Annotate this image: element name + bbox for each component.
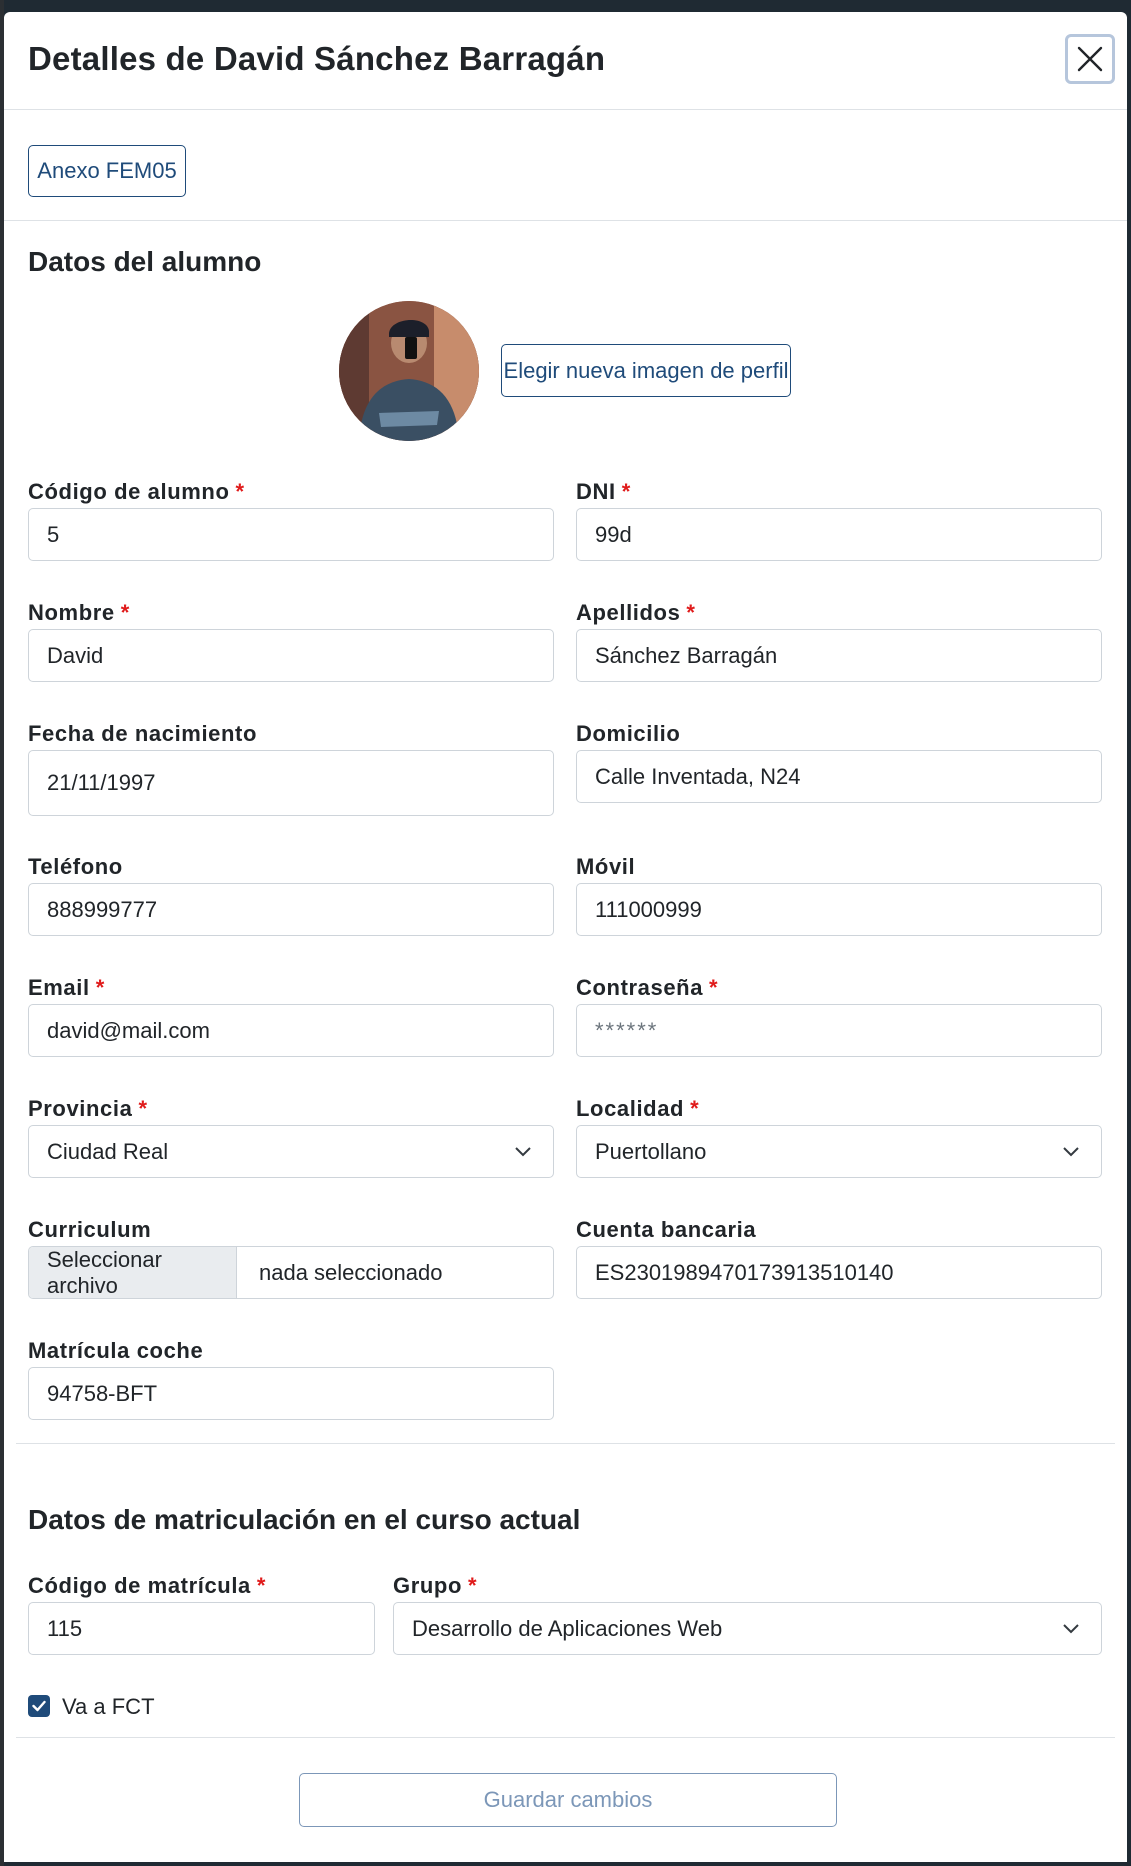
localidad-select[interactable]: Puertollano <box>576 1125 1102 1178</box>
chevron-down-icon <box>1063 1623 1079 1633</box>
required-asterisk: * <box>95 975 105 1000</box>
matricula-coche-input[interactable]: 94758-BFT <box>28 1367 554 1420</box>
va-a-fct-checkbox[interactable] <box>28 1695 50 1717</box>
close-icon <box>1077 46 1103 72</box>
cuenta-bancaria-label: Cuenta bancaria <box>576 1217 757 1242</box>
chevron-down-icon <box>1063 1146 1079 1156</box>
provincia-label-text: Provincia <box>28 1096 133 1121</box>
apellidos-label-text: Apellidos <box>576 600 681 625</box>
provincia-value: Ciudad Real <box>47 1138 169 1164</box>
nombre-input[interactable]: David <box>28 629 554 682</box>
required-asterisk: * <box>120 600 130 625</box>
apellidos-label: Apellidos * <box>576 600 696 626</box>
profile-photo <box>339 301 479 441</box>
file-status: nada seleccionado <box>259 1259 443 1285</box>
codigo-alumno-label: Código de alumno * <box>28 479 245 505</box>
required-asterisk: * <box>256 1573 267 1598</box>
va-a-fct-label[interactable]: Va a FCT <box>62 1694 155 1720</box>
student-details-modal: Detalles de David Sánchez Barragán Anexo… <box>4 12 1127 1862</box>
codigo-matricula-input[interactable]: 115 <box>28 1602 375 1655</box>
password-value: ****** <box>595 1017 659 1043</box>
telefono-label: Teléfono <box>28 854 123 879</box>
select-file-button[interactable]: Seleccionar archivo <box>29 1247 237 1298</box>
domicilio-input[interactable]: Calle Inventada, N24 <box>576 750 1102 803</box>
required-asterisk: * <box>621 479 631 504</box>
required-asterisk: * <box>690 1096 700 1121</box>
checkmark-icon <box>32 1700 46 1712</box>
codigo-alumno-value: 5 <box>47 521 60 547</box>
email-label: Email * <box>28 975 105 1001</box>
dni-label-text: DNI <box>576 479 616 504</box>
matricula-coche-value: 94758-BFT <box>47 1380 158 1406</box>
fecha-nacimiento-value: 21/11/1997 <box>47 770 156 795</box>
curriculum-file-input[interactable]: Seleccionar archivo nada seleccionado <box>28 1246 554 1299</box>
modal-header: Detalles de David Sánchez Barragán <box>4 12 1127 110</box>
domicilio-value: Calle Inventada, N24 <box>595 763 801 789</box>
nombre-value: David <box>47 642 104 668</box>
required-asterisk: * <box>468 1573 478 1598</box>
required-asterisk: * <box>686 600 696 625</box>
chevron-down-icon <box>515 1146 531 1156</box>
nombre-label-text: Nombre <box>28 600 115 625</box>
grupo-label-text: Grupo <box>393 1573 462 1598</box>
nombre-label: Nombre * <box>28 600 130 626</box>
fecha-nacimiento-input[interactable]: 21/11/1997 <box>28 750 554 816</box>
dni-input[interactable]: 99d <box>576 508 1102 561</box>
required-asterisk: * <box>138 1096 148 1121</box>
provincia-label: Provincia * <box>28 1096 148 1122</box>
enrollment-section-title: Datos de matriculación en el curso actua… <box>28 1504 581 1535</box>
modal-title: Detalles de David Sánchez Barragán <box>28 40 606 77</box>
close-button[interactable] <box>1065 34 1115 84</box>
apellidos-value: Sánchez Barragán <box>595 642 778 668</box>
localidad-label-text: Localidad <box>576 1096 685 1121</box>
matricula-coche-label: Matrícula coche <box>28 1338 204 1363</box>
movil-label: Móvil <box>576 854 636 879</box>
telefono-value: 888999777 <box>47 896 158 922</box>
codigo-matricula-label-text: Código de matrícula <box>28 1573 251 1598</box>
required-asterisk: * <box>709 975 719 1000</box>
movil-value: 111000999 <box>595 896 702 922</box>
codigo-matricula-value: 115 <box>47 1615 83 1641</box>
grupo-value: Desarrollo de Aplicaciones Web <box>412 1615 723 1641</box>
password-input[interactable]: ****** <box>576 1004 1102 1057</box>
email-input[interactable]: david@mail.com <box>28 1004 554 1057</box>
footer-divider <box>16 1737 1115 1738</box>
dni-label: DNI * <box>576 479 631 505</box>
codigo-alumno-label-text: Código de alumno <box>28 479 230 504</box>
choose-profile-image-button[interactable]: Elegir nueva imagen de perfil <box>501 344 791 397</box>
contrasena-label-text: Contraseña <box>576 975 704 1000</box>
movil-input[interactable]: 111000999 <box>576 883 1102 936</box>
email-label-text: Email <box>28 975 90 1000</box>
grupo-label: Grupo * <box>393 1573 477 1599</box>
grupo-select[interactable]: Desarrollo de Aplicaciones Web <box>393 1602 1102 1655</box>
required-asterisk: * <box>235 479 245 504</box>
localidad-label: Localidad * <box>576 1096 699 1122</box>
contrasena-label: Contraseña * <box>576 975 718 1001</box>
codigo-matricula-label: Código de matrícula * <box>28 1573 266 1599</box>
dni-value: 99d <box>595 521 632 547</box>
curriculum-label: Curriculum <box>28 1217 152 1242</box>
telefono-input[interactable]: 888999777 <box>28 883 554 936</box>
codigo-alumno-input[interactable]: 5 <box>28 508 554 561</box>
apellidos-input[interactable]: Sánchez Barragán <box>576 629 1102 682</box>
cuenta-bancaria-input[interactable]: ES2301989470173913510140 <box>576 1246 1102 1299</box>
cuenta-bancaria-value: ES2301989470173913510140 <box>595 1259 894 1285</box>
avatar <box>339 301 479 441</box>
section-divider <box>16 1443 1115 1444</box>
domicilio-label: Domicilio <box>576 721 681 746</box>
localidad-value: Puertollano <box>595 1138 707 1164</box>
email-value: david@mail.com <box>47 1017 210 1043</box>
student-section-title: Datos del alumno <box>28 246 262 277</box>
modal-toolbar: Anexo FEM05 <box>4 110 1127 221</box>
fecha-nacimiento-label: Fecha de nacimiento <box>28 721 258 746</box>
provincia-select[interactable]: Ciudad Real <box>28 1125 554 1178</box>
save-changes-button[interactable]: Guardar cambios <box>299 1773 837 1827</box>
annex-fem05-button[interactable]: Anexo FEM05 <box>28 145 186 197</box>
